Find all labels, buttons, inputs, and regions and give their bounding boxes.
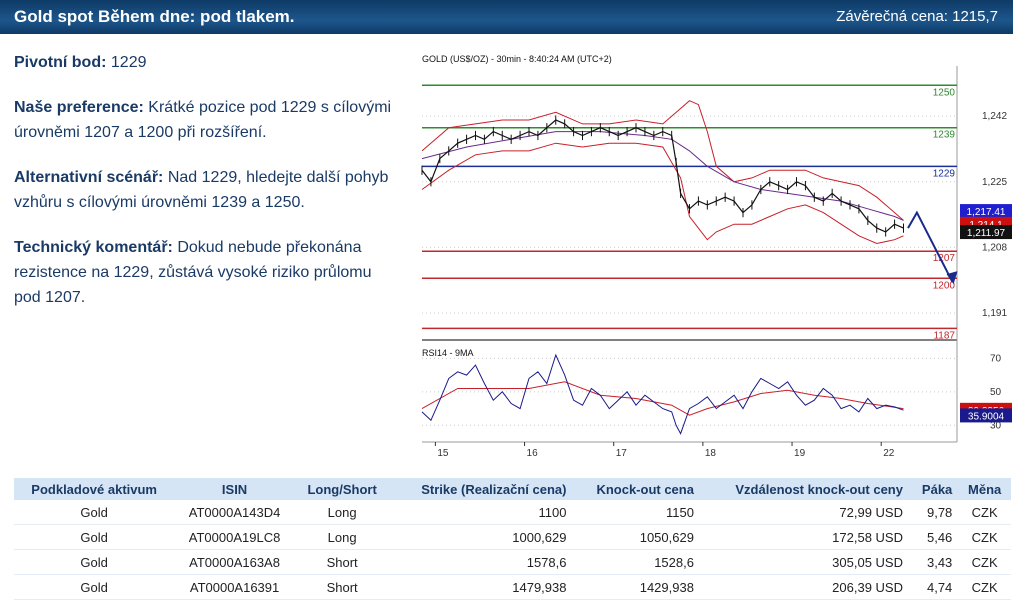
- bollinger-lower-line: [421, 142, 904, 245]
- level-label: 1239: [933, 130, 956, 141]
- cell-currency: CZK: [958, 549, 1011, 575]
- price-tag-label: 1,217.41: [967, 207, 1006, 218]
- cell-strike: 1578,6: [389, 549, 573, 575]
- cell-knockout: 1528,6: [572, 549, 700, 575]
- cell-long-short: Short: [294, 549, 390, 575]
- th-underlying: Podkladové aktivum: [14, 478, 175, 500]
- table-row: Gold AT0000A143D4 Long 1100 1150 72,99 U…: [14, 500, 1011, 525]
- table-row: Gold AT0000A163A8 Short 1578,6 1528,6 30…: [14, 549, 1011, 575]
- preference-paragraph: Naše preference: Krátké pozice pod 1229 …: [14, 95, 399, 145]
- cell-isin: AT0000A143D4: [174, 500, 295, 525]
- cell-knockout: 1050,629: [572, 524, 700, 550]
- price-line: [421, 119, 904, 233]
- cell-isin: AT0000A16391: [174, 574, 295, 600]
- th-long-short: Long/Short: [294, 478, 390, 500]
- x-tick-label: 18: [705, 448, 717, 459]
- cell-long-short: Long: [294, 500, 390, 525]
- cell-leverage: 5,46: [908, 524, 959, 550]
- price-tick-label: 1,225: [982, 177, 1007, 188]
- price-tag-label: 1,211.97: [967, 228, 1006, 239]
- cell-strike: 1000,629: [389, 524, 573, 550]
- x-tick-label: 19: [794, 448, 806, 459]
- header-bar: Gold spot Během dne: pod tlakem. Závěreč…: [0, 0, 1013, 34]
- technical-label: Technický komentář:: [14, 239, 173, 256]
- price-tick-label: 1,208: [982, 242, 1007, 253]
- table-header-row: Podkladové aktivum ISIN Long/Short Strik…: [14, 478, 1011, 500]
- pivot-paragraph: Pivotní bod: 1229: [14, 50, 399, 75]
- cell-leverage: 3,43: [908, 549, 959, 575]
- x-tick-label: 22: [883, 448, 895, 459]
- product-table: Podkladové aktivum ISIN Long/Short Strik…: [14, 478, 1011, 600]
- cell-long-short: Long: [294, 524, 390, 550]
- price-chart-title: GOLD (US$/OZ) - 30min - 8:40:24 AM (UTC+…: [422, 54, 612, 64]
- preference-label: Naše preference:: [14, 99, 144, 116]
- rsi-tag-label: 35.9004: [968, 411, 1005, 422]
- moving-average-line: [421, 131, 904, 221]
- cell-currency: CZK: [958, 500, 1011, 525]
- technical-paragraph: Technický komentář: Dokud nebude překoná…: [14, 235, 399, 310]
- cell-underlying: Gold: [14, 500, 175, 525]
- level-label: 1187: [933, 330, 955, 341]
- cell-leverage: 9,78: [908, 500, 959, 525]
- level-label: 1229: [933, 168, 956, 179]
- th-distance: Vzdálenost knock-out ceny: [699, 478, 909, 500]
- table-row: Gold AT0000A19LC8 Long 1000,629 1050,629…: [14, 524, 1011, 550]
- th-strike: Strike (Realizační cena): [389, 478, 573, 500]
- cell-distance: 72,99 USD: [699, 500, 909, 525]
- rsi-chart-title: RSI14 - 9MA: [422, 348, 474, 358]
- cell-strike: 1100: [389, 500, 573, 525]
- alternative-paragraph: Alternativní scénář: Nad 1229, hledejte …: [14, 165, 399, 215]
- th-currency: Měna: [958, 478, 1011, 500]
- gold-chart: GOLD (US$/OZ) - 30min - 8:40:24 AM (UTC+…: [421, 54, 1012, 459]
- level-label: 1207: [933, 253, 956, 264]
- rsi-tick-label: 50: [990, 387, 1002, 398]
- price-tick-label: 1,242: [982, 111, 1007, 122]
- table-row: Gold AT0000A16391 Short 1479,938 1429,93…: [14, 574, 1011, 600]
- commentary-panel: Pivotní bod: 1229 Naše preference: Krátk…: [14, 50, 399, 330]
- cell-currency: CZK: [958, 574, 1011, 600]
- cell-strike: 1479,938: [389, 574, 573, 600]
- cell-isin: AT0000A19LC8: [174, 524, 295, 550]
- pivot-value: 1229: [110, 54, 147, 71]
- cell-knockout: 1150: [572, 500, 700, 525]
- cell-underlying: Gold: [14, 574, 175, 600]
- cell-currency: CZK: [958, 524, 1011, 550]
- rsi-ma-line: [421, 381, 904, 416]
- cell-underlying: Gold: [14, 524, 175, 550]
- closing-price: Závěrečná cena: 1215,7: [836, 8, 998, 25]
- cell-knockout: 1429,938: [572, 574, 700, 600]
- alternative-label: Alternativní scénář:: [14, 169, 164, 186]
- x-tick-label: 15: [437, 448, 449, 459]
- page-title: Gold spot Během dne: pod tlakem.: [14, 7, 295, 26]
- th-isin: ISIN: [174, 478, 295, 500]
- cell-distance: 305,05 USD: [699, 549, 909, 575]
- cell-underlying: Gold: [14, 549, 175, 575]
- cell-long-short: Short: [294, 574, 390, 600]
- rsi-tick-label: 70: [990, 353, 1002, 364]
- cell-isin: AT0000A163A8: [174, 549, 295, 575]
- pivot-label: Pivotní bod:: [14, 54, 107, 71]
- th-knockout: Knock-out cena: [572, 478, 700, 500]
- th-leverage: Páka: [908, 478, 959, 500]
- price-tick-label: 1,191: [982, 308, 1007, 319]
- x-tick-label: 17: [616, 448, 628, 459]
- cell-distance: 172,58 USD: [699, 524, 909, 550]
- cell-distance: 206,39 USD: [699, 574, 909, 600]
- level-label: 1250: [933, 87, 956, 98]
- bollinger-upper-line: [421, 100, 904, 221]
- rsi-line: [421, 353, 904, 435]
- cell-leverage: 4,74: [908, 574, 959, 600]
- x-tick-label: 16: [527, 448, 539, 459]
